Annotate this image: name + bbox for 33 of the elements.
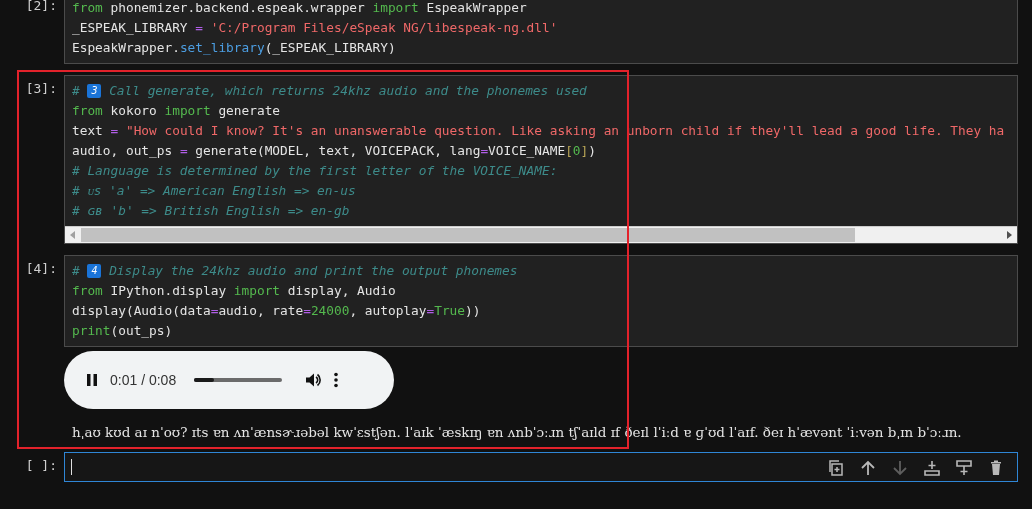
- text-cursor: [71, 459, 72, 475]
- code-line: _ESPEAK_LIBRARY = 'C:/Program Files/eSpeak NG/libespeak-ng.dll': [72, 19, 559, 37]
- duplicate-icon[interactable]: [827, 459, 845, 477]
- code-line: audio, out_ps = generate(MODEL, text, VOICEPACK, lang=VOICE_NAME[0]): [72, 142, 597, 160]
- execution-count: [ ]:: [25, 457, 58, 475]
- scrollbar-thumb[interactable]: [81, 228, 855, 242]
- code-line: # ɢʙ 'b' => British English => en-gb: [72, 202, 351, 220]
- insert-below-icon[interactable]: [923, 459, 941, 477]
- code-line: print(out_ps): [72, 322, 174, 340]
- code-line: display(Audio(data=audio, rate=24000, autoplay=True)): [72, 302, 482, 320]
- pause-icon[interactable]: [84, 372, 100, 388]
- code-line: from IPython.display import display, Audio: [72, 282, 397, 300]
- volume-icon[interactable]: [304, 371, 323, 389]
- insert-above-icon[interactable]: [955, 459, 973, 477]
- code-editor[interactable]: # 4 Display the 24khz audio and print the output phonemes from IPython.display import display, Audio display(Audio(data=audio, rate=24000, autoplay=True)) print(out_ps): [64, 255, 1018, 347]
- time-display: 0:01 / 0:08: [110, 372, 177, 388]
- code-line: from phonemizer.backend.espeak.wrapper import EspeakWrapper: [72, 0, 528, 17]
- audio-player[interactable]: 0:01 / 0:08: [64, 351, 394, 409]
- code-line: # 4 Display the 24khz audio and print the output phonemes: [72, 262, 519, 280]
- seek-slider[interactable]: [194, 378, 283, 382]
- execution-count: [2]:: [25, 0, 58, 15]
- code-line: EspeakWrapper.set_library(_ESPEAK_LIBRARY): [72, 39, 397, 57]
- code-line: from kokoro import generate: [72, 102, 282, 120]
- code-line: # Language is determined by the first letter of the VOICE_NAME:: [72, 162, 559, 180]
- execution-count: [4]:: [25, 260, 58, 278]
- more-options-icon[interactable]: [332, 371, 341, 389]
- arrow-up-icon[interactable]: [859, 459, 877, 477]
- execution-count: [3]:: [25, 80, 58, 98]
- code-editor[interactable]: from phonemizer.backend.espeak.wrapper import EspeakWrapper _ESPEAK_LIBRARY = 'C:/Program Files/eSpeak NG/libespeak-ng.dll' EspeakWrapper.set_library(_ESPEAK_LIBRARY): [64, 0, 1018, 64]
- code-line: # ᴜs 'a' => American English => en-us: [72, 182, 357, 200]
- code-line: # 3 Call generate, which returns 24khz audio and the phonemes used: [72, 82, 588, 100]
- horizontal-scrollbar[interactable]: [65, 226, 1017, 243]
- code-editor[interactable]: [64, 75, 1018, 244]
